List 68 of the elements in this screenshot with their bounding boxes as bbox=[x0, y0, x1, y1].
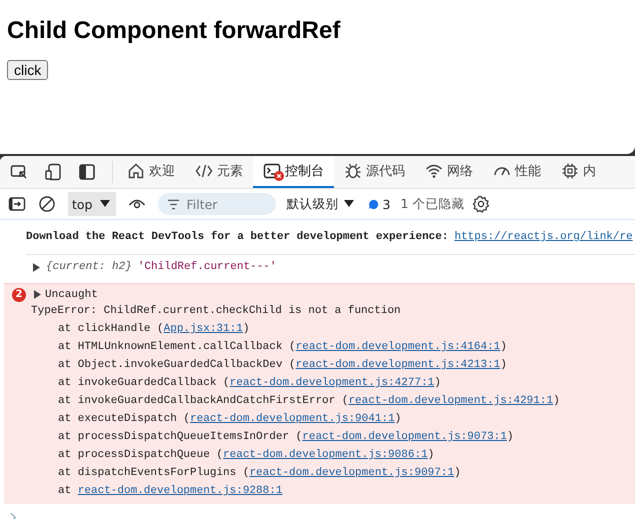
closing-paren: ) bbox=[553, 395, 560, 407]
source-link[interactable]: react-dom.development.js:4291:1 bbox=[348, 395, 554, 407]
caret-icon bbox=[344, 200, 354, 208]
devtools-tab[interactable]: 源代码 bbox=[334, 156, 415, 188]
expand-triangle-icon[interactable] bbox=[34, 290, 41, 299]
error-count-badge: 2 bbox=[12, 288, 26, 302]
source-link[interactable]: react-dom.development.js:9073:1 bbox=[302, 431, 507, 443]
closing-paren: ) bbox=[434, 377, 441, 389]
code-icon bbox=[195, 162, 213, 180]
error-text: TypeError: ChildRef.current.checkChild is not a function bbox=[30, 304, 402, 319]
source-link[interactable]: react-dom.development.js:4213:1 bbox=[296, 359, 500, 371]
inspect-icon[interactable] bbox=[10, 163, 28, 181]
console-icon bbox=[263, 162, 281, 180]
source-link[interactable]: react-dom.development.js:9041:1 bbox=[190, 413, 395, 425]
click-button[interactable]: click bbox=[7, 60, 48, 80]
source-link[interactable]: react-dom.development.js:9097:1 bbox=[249, 467, 454, 479]
devtools-tab[interactable]: 控制台 bbox=[253, 156, 334, 188]
source-link[interactable]: react-dom.development.js:9086:1 bbox=[223, 449, 428, 461]
closing-paren: ) bbox=[394, 413, 402, 425]
context-dropdown[interactable]: top bbox=[68, 192, 116, 216]
stack-frame-text: at bbox=[58, 485, 72, 497]
stack-frame-text: at HTMLUnknownElement.callCallback ( bbox=[58, 341, 296, 353]
filter-icon bbox=[167, 199, 180, 210]
settings-icon[interactable] bbox=[472, 195, 490, 213]
stack-frame-text: at processDispatchQueueItemsInOrder ( bbox=[58, 431, 302, 443]
stack-frame-text: at dispatchEventsForPlugins ( bbox=[58, 467, 250, 479]
devtools-tab[interactable]: 性能 bbox=[483, 156, 551, 188]
clear-console-icon[interactable] bbox=[38, 195, 56, 213]
message-count: 3 bbox=[382, 196, 390, 212]
logged-string: 'ChildRef.current---' bbox=[138, 261, 276, 273]
stack-frame-text: at invokeGuardedCallback ( bbox=[58, 377, 230, 389]
panel-icon[interactable] bbox=[78, 163, 96, 181]
closing-paren: ) bbox=[428, 449, 434, 461]
stack-frame-text: at executeDispatch ( bbox=[58, 413, 190, 425]
wifi-icon bbox=[425, 162, 443, 180]
bug-icon bbox=[344, 162, 362, 180]
stack-frame-text: at invokeGuardedCallbackAndCatchFirstError ( bbox=[58, 395, 348, 407]
hidden-count: 1 个已隐藏 bbox=[400, 196, 464, 212]
closing-paren: ) bbox=[506, 431, 514, 443]
chip-icon bbox=[561, 162, 579, 180]
stack-frame-text: at Object.invokeGuardedCallbackDev ( bbox=[58, 359, 296, 371]
expand-triangle-icon[interactable] bbox=[33, 262, 40, 272]
devtools-tab[interactable]: 欢迎 bbox=[117, 156, 185, 188]
error-title: Uncaught bbox=[45, 288, 98, 300]
closing-paren: ) bbox=[454, 467, 461, 479]
devtools-tab[interactable]: 元素 bbox=[185, 156, 253, 188]
closing-paren: ) bbox=[500, 341, 507, 353]
filter-field[interactable]: Filter bbox=[158, 193, 276, 215]
message-icon bbox=[368, 198, 380, 210]
source-link[interactable]: react-dom.development.js:9288:1 bbox=[78, 485, 282, 497]
source-link[interactable]: react-dom.development.js:4164:1 bbox=[296, 341, 500, 353]
devtools-tab[interactable]: 网络 bbox=[415, 156, 483, 188]
source-link[interactable]: react-dom.development.js:4277:1 bbox=[230, 377, 434, 389]
stack-frame-text: at processDispatchQueue ( bbox=[58, 449, 224, 461]
log-level-dropdown[interactable]: 默认级别 bbox=[286, 196, 354, 212]
source-link[interactable]: App.jsx:31:1 bbox=[164, 323, 243, 335]
devtools-tab[interactable]: 内 bbox=[551, 156, 606, 188]
console-message: Download the React DevTools for a better development experience: bbox=[26, 231, 448, 243]
stack-frame-text: at clickHandle ( bbox=[58, 323, 164, 335]
logged-object: {current: h2} bbox=[46, 261, 132, 273]
page-heading: Child Component forwardRef bbox=[7, 17, 342, 45]
closing-paren: ) bbox=[500, 359, 507, 371]
devtools-link[interactable]: https://reactjs.org/link/re bbox=[454, 231, 633, 243]
caret-icon bbox=[100, 200, 110, 208]
device-icon[interactable] bbox=[44, 163, 62, 181]
sidebar-toggle-icon[interactable] bbox=[8, 195, 26, 213]
home-icon bbox=[127, 162, 145, 180]
closing-paren: ) bbox=[242, 323, 250, 335]
